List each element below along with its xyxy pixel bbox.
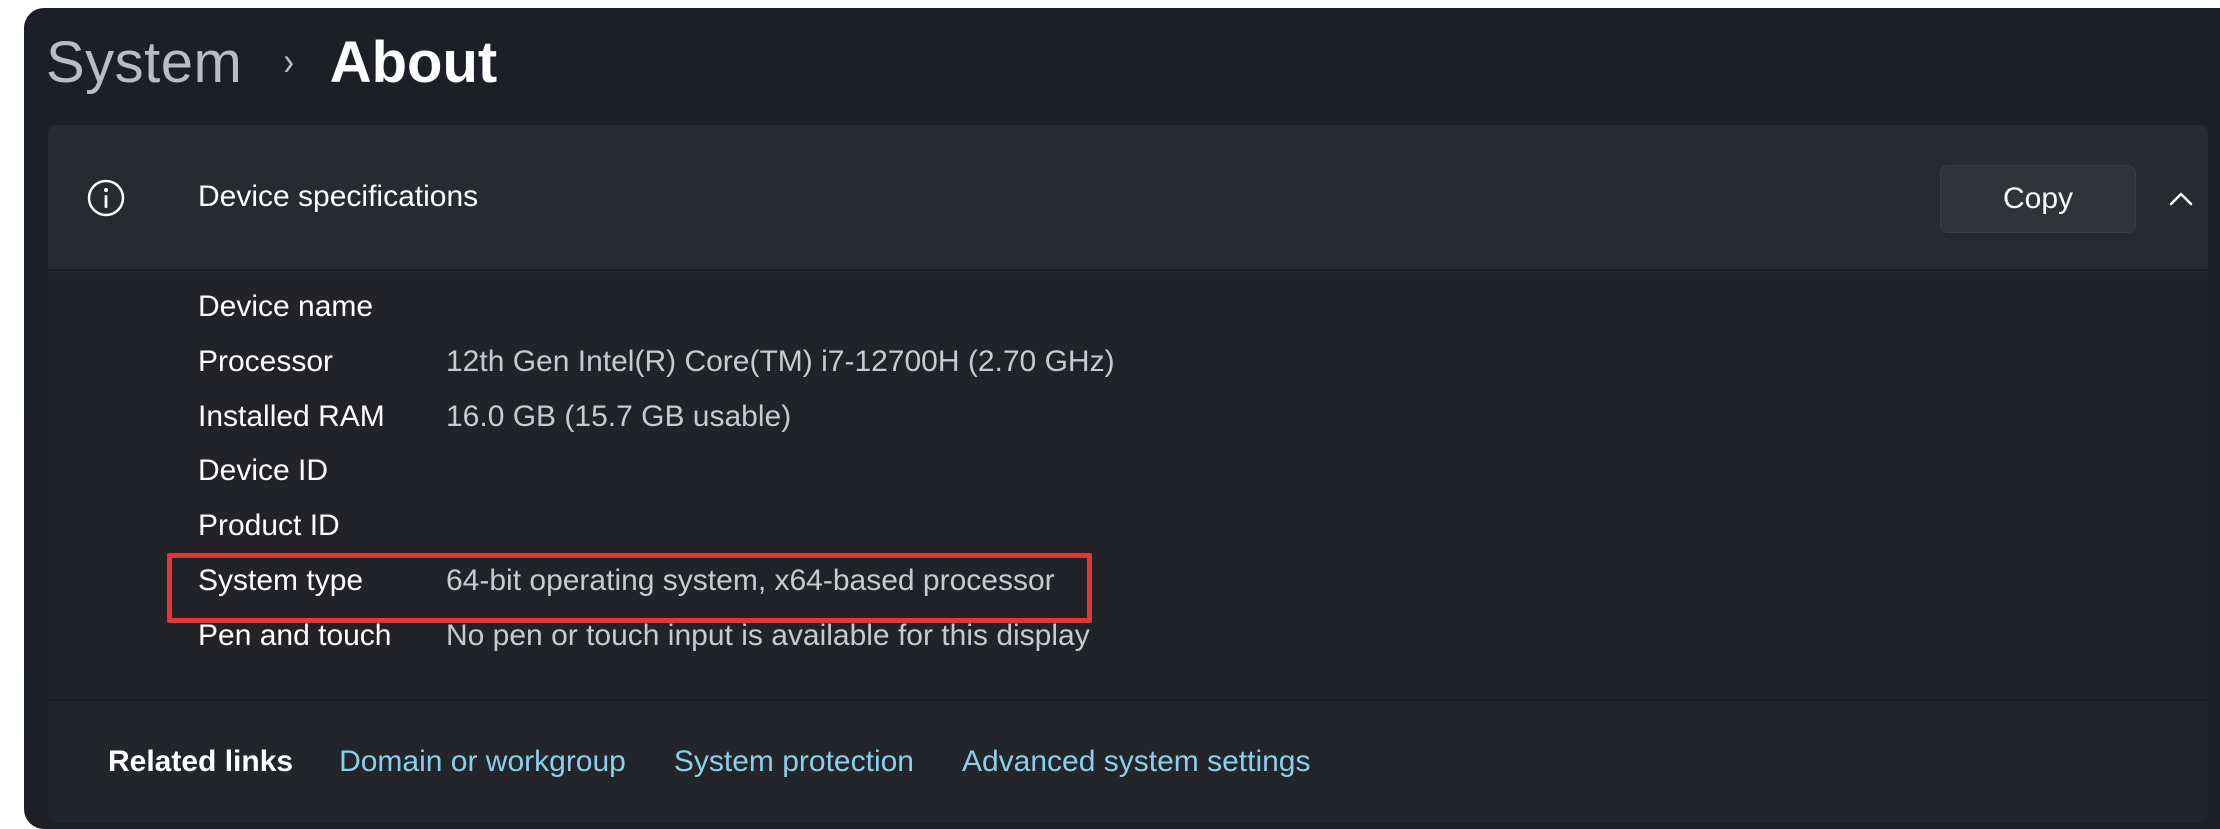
spec-value: 16.0 GB (15.7 GB usable) [446, 400, 792, 433]
spec-row-installed-ram: Installed RAM 16.0 GB (15.7 GB usable) [198, 390, 791, 444]
device-specifications-header[interactable]: Device specifications Copy [48, 125, 2208, 271]
spec-label: Device name [198, 290, 374, 323]
spec-value: 12th Gen Intel(R) Core(TM) i7-12700H (2.… [446, 345, 1115, 378]
related-links-bar: Related links Domain or workgroup System… [48, 699, 2208, 823]
chevron-up-icon[interactable] [2166, 187, 2196, 211]
specifications-list: Device name Processor 12th Gen Intel(R) … [48, 273, 2208, 697]
spec-label: Pen and touch [198, 619, 392, 652]
device-specifications-card: Device specifications Copy Device name P… [48, 125, 2208, 823]
spec-row-device-name: Device name [198, 280, 446, 334]
domain-or-workgroup-link[interactable]: Domain or workgroup [339, 745, 626, 779]
related-links-label: Related links [108, 745, 294, 778]
info-icon [87, 179, 125, 217]
spec-row-product-id: Product ID [198, 499, 446, 553]
settings-window: System › About Device specifications Cop… [24, 8, 2220, 829]
system-type-highlight-box [167, 553, 1092, 623]
spec-row-device-id: Device ID [198, 444, 446, 498]
system-protection-link[interactable]: System protection [674, 745, 914, 779]
spec-label: Processor [198, 345, 334, 378]
page-title: About [329, 29, 498, 95]
spec-row-processor: Processor 12th Gen Intel(R) Core(TM) i7-… [198, 335, 1115, 389]
advanced-system-settings-link[interactable]: Advanced system settings [962, 745, 1311, 779]
device-specifications-title: Device specifications [198, 180, 479, 213]
spec-label: Product ID [198, 509, 340, 542]
breadcrumb: System › About [46, 22, 497, 102]
spec-label: Device ID [198, 454, 329, 487]
breadcrumb-system[interactable]: System [46, 29, 242, 96]
breadcrumb-chevron-icon: › [283, 39, 295, 84]
spec-label: Installed RAM [198, 400, 385, 433]
spec-value: No pen or touch input is available for t… [446, 619, 1090, 652]
copy-button[interactable]: Copy [1940, 165, 2136, 233]
